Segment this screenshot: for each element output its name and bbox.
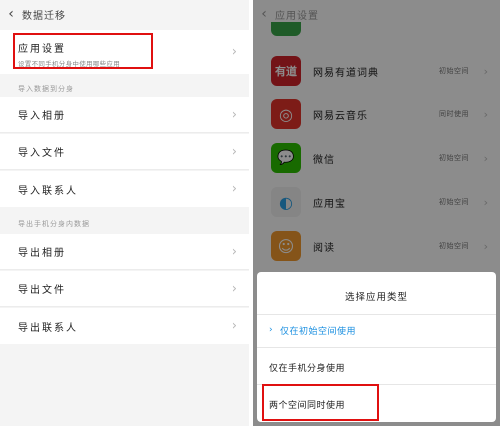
export-files-row[interactable]: 导出文件 ›	[0, 271, 249, 307]
row-label: 导入联系人	[18, 185, 78, 197]
row-label: 导出相册	[18, 248, 66, 259]
export-album-row[interactable]: 导出相册 ›	[0, 234, 249, 270]
highlight-box	[262, 384, 379, 421]
divider	[257, 347, 496, 348]
import-album-row[interactable]: 导入相册 ›	[0, 97, 249, 133]
chevron-right-icon: ›	[231, 144, 237, 159]
row-label: 导入文件	[18, 148, 66, 159]
app-settings-screen: ‹ 应用设置 有道 网易有道词典 初始空间 › ◎ 网易云音乐 同时使用 › 💬…	[253, 0, 500, 426]
option-initial-space-only[interactable]: › 仅在初始空间使用	[269, 319, 489, 341]
sheet-title: 选择应用类型	[344, 292, 408, 303]
chevron-right-icon: ›	[269, 325, 274, 335]
export-contacts-row[interactable]: 导出联系人 ›	[0, 308, 249, 344]
import-files-row[interactable]: 导入文件 ›	[0, 134, 249, 170]
row-label: 导出文件	[18, 285, 66, 296]
chevron-right-icon: ›	[231, 44, 237, 60]
option-label: 仅在手机分身使用	[269, 363, 346, 374]
import-section-label: 导入数据到分身	[18, 85, 74, 93]
chevron-right-icon: ›	[231, 107, 237, 122]
header-bar: ‹ 数据迁移	[0, 0, 249, 28]
chevron-right-icon: ›	[231, 281, 237, 296]
chevron-left-icon[interactable]: ‹	[0, 6, 22, 22]
chevron-right-icon: ›	[231, 181, 237, 197]
chevron-right-icon: ›	[231, 244, 237, 259]
data-migration-screen: ‹ 数据迁移 应用设置 设置不同手机分身中使用哪些应用 › 导入数据到分身 导入…	[0, 0, 249, 426]
import-contacts-row[interactable]: 导入联系人 ›	[0, 171, 249, 207]
row-label: 导入相册	[18, 111, 66, 122]
page-title: 数据迁移	[22, 10, 66, 22]
option-label: 仅在初始空间使用	[280, 326, 357, 337]
row-label: 导出联系人	[18, 322, 78, 334]
divider	[257, 314, 496, 315]
highlight-box	[13, 33, 153, 69]
chevron-right-icon: ›	[231, 318, 237, 334]
export-section-label: 导出手机分身内数据	[18, 220, 90, 228]
option-clone-only[interactable]: 仅在手机分身使用	[269, 356, 489, 378]
